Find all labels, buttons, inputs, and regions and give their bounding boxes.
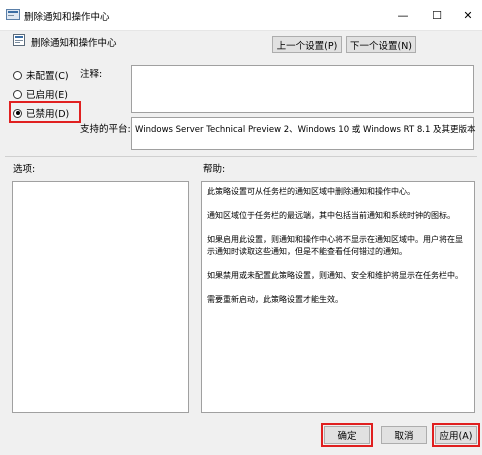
radio-not-configured[interactable]: 未配置(C): [13, 68, 69, 82]
help-panel[interactable]: 此策略设置可从任务栏的通知区域中删除通知和操作中心。 通知区域位于任务栏的最远端…: [201, 181, 475, 413]
apply-button[interactable]: 应用(A): [435, 426, 477, 444]
help-paragraph: 如果启用此设置，则通知和操作中心将不显示在通知区域中。用户将在显示通知时读取这些…: [207, 235, 463, 256]
policy-name: 删除通知和操作中心: [31, 38, 117, 49]
help-paragraph: 此策略设置可从任务栏的通知区域中删除通知和操作中心。: [207, 187, 415, 196]
minimize-button[interactable]: —: [392, 6, 414, 24]
comment-label: 注释:: [80, 69, 103, 80]
section-divider: [5, 156, 477, 157]
radio-enabled[interactable]: 已启用(E): [13, 87, 68, 101]
title-bar: 删除通知和操作中心 — ☐ ✕: [0, 0, 482, 30]
radio-disabled[interactable]: 已禁用(D): [13, 106, 69, 120]
options-panel: [12, 181, 189, 413]
previous-setting-button[interactable]: 上一个设置(P): [272, 36, 342, 53]
platform-label: 支持的平台:: [80, 124, 131, 135]
radio-label: 未配置(C): [26, 71, 69, 82]
radio-indicator[interactable]: [13, 89, 22, 99]
window-title: 删除通知和操作中心: [24, 12, 110, 23]
radio-indicator[interactable]: [13, 108, 22, 118]
cancel-button[interactable]: 取消: [381, 426, 427, 444]
options-label: 选项:: [13, 164, 36, 175]
help-paragraph: 需要重新启动，此策略设置才能生效。: [207, 295, 343, 304]
comment-textarea[interactable]: [131, 65, 474, 113]
help-paragraph: 如果禁用或未配置此策略设置，则通知、安全和维护将显示在任务栏中。: [207, 271, 463, 280]
next-setting-button[interactable]: 下一个设置(N): [346, 36, 416, 53]
radio-label: 已禁用(D): [26, 109, 70, 120]
help-paragraph: 通知区域位于任务栏的最远端，其中包括当前通知和系统时钟的图标。: [207, 211, 455, 220]
platform-value: Windows Server Technical Preview 2、Windo…: [135, 125, 476, 135]
radio-label: 已启用(E): [26, 90, 68, 101]
policy-setting-icon: [13, 34, 25, 46]
platform-field: Windows Server Technical Preview 2、Windo…: [131, 117, 476, 150]
radio-indicator[interactable]: [13, 70, 22, 80]
help-label: 帮助:: [203, 164, 226, 175]
close-button[interactable]: ✕: [457, 6, 479, 24]
policy-app-icon: [6, 9, 20, 20]
maximize-button[interactable]: ☐: [426, 6, 448, 24]
ok-button[interactable]: 确定: [324, 426, 370, 444]
